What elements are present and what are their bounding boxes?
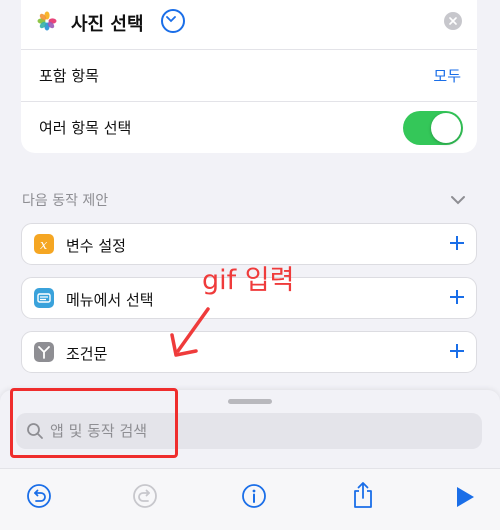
branch-icon <box>34 342 54 362</box>
play-icon[interactable] <box>455 486 475 508</box>
share-icon[interactable] <box>351 481 375 509</box>
redo-icon[interactable] <box>132 483 158 509</box>
expand-chevron-icon[interactable] <box>161 9 185 33</box>
suggestion-if[interactable]: 조건문 <box>21 331 477 373</box>
include-row[interactable]: 포함 항목 모두 <box>21 49 477 102</box>
photos-icon <box>37 11 57 31</box>
collapse-chevron-icon[interactable] <box>450 195 466 205</box>
action-card: 사진 선택 포함 항목 모두 여러 항목 선택 <box>21 0 477 153</box>
menu-icon <box>34 288 54 308</box>
suggestions-title: 다음 동작 제안 <box>22 193 109 209</box>
select-multiple-label: 여러 항목 선택 <box>39 119 132 137</box>
select-multiple-toggle[interactable] <box>403 111 463 145</box>
select-multiple-row: 여러 항목 선택 <box>21 101 477 154</box>
action-title: 사진 선택 <box>71 14 144 35</box>
toggle-knob <box>431 113 461 143</box>
svg-text:x: x <box>40 238 48 253</box>
add-icon[interactable] <box>449 343 465 359</box>
suggestion-label: 메뉴에서 선택 <box>66 291 154 309</box>
include-label: 포함 항목 <box>39 67 99 85</box>
suggestion-label: 조건문 <box>66 345 108 363</box>
sheet-handle[interactable] <box>228 399 272 404</box>
remove-action-icon[interactable] <box>444 12 462 30</box>
annotation-text: gif 입력 <box>202 265 295 296</box>
add-icon[interactable] <box>449 235 465 251</box>
annotation-highlight-box <box>10 388 178 458</box>
suggestion-label: 변수 설정 <box>66 237 126 255</box>
variable-icon: x <box>34 234 54 254</box>
annotation-arrow-icon <box>170 307 210 357</box>
info-icon[interactable] <box>241 483 267 509</box>
include-value[interactable]: 모두 <box>433 65 461 86</box>
add-icon[interactable] <box>449 289 465 305</box>
action-header[interactable]: 사진 선택 <box>21 0 477 46</box>
bottom-toolbar <box>0 468 500 530</box>
undo-icon[interactable] <box>26 483 52 509</box>
